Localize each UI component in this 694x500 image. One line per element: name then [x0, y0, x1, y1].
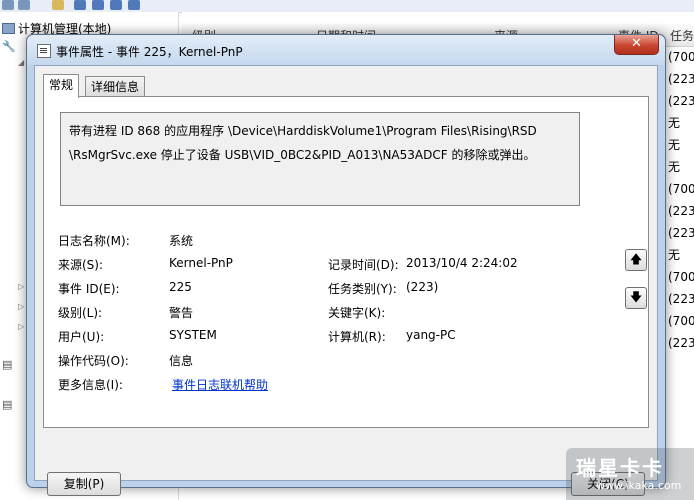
list-item[interactable]: 无	[668, 244, 694, 266]
opcode-value: 信息	[169, 354, 194, 368]
tree-collapsed-icon[interactable]: ▷	[18, 322, 24, 331]
tree-expand-icon[interactable]: ◢	[18, 58, 24, 67]
tree-collapsed-icon[interactable]: ▷	[18, 282, 24, 291]
storage-icon: ▤	[2, 358, 13, 371]
help-icon[interactable]	[92, 0, 104, 10]
log-name-label: 日志名称(M):	[58, 234, 130, 248]
task-category-value: (223)	[406, 280, 439, 294]
tree-collapsed-icon[interactable]: ▷	[18, 302, 24, 311]
next-event-button[interactable]: 🡇	[625, 287, 647, 309]
event-id-value: 225	[169, 280, 192, 294]
level-value: 警告	[169, 306, 194, 320]
services-icon: ▤	[2, 398, 13, 411]
dialog-title: 事件属性 - 事件 225，Kernel-PnP	[56, 45, 243, 59]
computer-value: yang-PC	[406, 328, 456, 342]
list-item[interactable]: (223	[668, 90, 694, 112]
close-icon[interactable]: ✕	[614, 35, 659, 55]
forward-icon[interactable]	[18, 0, 30, 10]
watermark-text: 瑞星卡卡	[576, 456, 664, 480]
task-category-label: 任务类别(Y):	[328, 282, 397, 296]
description-line-2: \RsMgrSvc.exe 停止了设备 USB\VID_0BC2&PID_A01…	[69, 148, 536, 162]
user-label: 用户(U):	[58, 330, 105, 344]
tab-details[interactable]: 详细信息	[85, 76, 146, 97]
general-tab-panel: 带有进程 ID 868 的应用程序 \Device\HarddiskVolume…	[43, 96, 649, 428]
list-item[interactable]: (700	[668, 266, 694, 288]
keywords-label: 关键字(K):	[328, 306, 386, 320]
folder-icon[interactable]	[52, 0, 64, 10]
logged-time-label: 记录时间(D):	[328, 258, 399, 272]
list-item[interactable]: 无	[668, 112, 694, 134]
level-label: 级别(L):	[58, 306, 103, 320]
event-properties-dialog: 事件属性 - 事件 225，Kernel-PnP ✕ 常规 详细信息 带有进程 …	[26, 34, 666, 496]
console-icon[interactable]	[110, 0, 122, 10]
tools-icon: 🔧	[2, 40, 16, 53]
logged-time-value: 2013/10/4 2:24:02	[406, 256, 518, 270]
column-header-task[interactable]: 任务类	[670, 27, 694, 44]
back-icon[interactable]	[2, 0, 14, 10]
log-name-value: 系统	[169, 234, 194, 248]
properties-icon[interactable]	[74, 0, 86, 10]
arrow-down-icon: 🡇	[629, 290, 643, 304]
list-item[interactable]: (223	[668, 288, 694, 310]
list-item[interactable]: (700	[668, 46, 694, 68]
list-item[interactable]: (223	[668, 68, 694, 90]
event-properties-icon	[37, 44, 51, 58]
user-value: SYSTEM	[169, 328, 217, 342]
description-line-1: 带有进程 ID 868 的应用程序 \Device\HarddiskVolume…	[69, 124, 537, 138]
tab-general[interactable]: 常规	[43, 74, 80, 98]
dialog-client-area: 常规 详细信息 带有进程 ID 868 的应用程序 \Device\Harddi…	[34, 65, 658, 496]
opcode-label: 操作代码(O):	[58, 354, 129, 368]
list-item[interactable]: 无	[668, 156, 694, 178]
computer-icon	[2, 23, 15, 34]
arrow-up-icon: 🡅	[629, 252, 643, 266]
list-item[interactable]: (223	[668, 200, 694, 222]
computer-label: 计算机(R):	[328, 330, 386, 344]
list-item[interactable]: (223	[668, 222, 694, 244]
list-item[interactable]: (700	[668, 178, 694, 200]
dialog-titlebar[interactable]: 事件属性 - 事件 225，Kernel-PnP ✕	[27, 35, 665, 65]
list-item[interactable]: (223	[668, 332, 694, 354]
task-category-column: (700 (223 (223 无 无 无 (700 (223 (223 无 (7…	[668, 46, 694, 354]
previous-event-button[interactable]: 🡅	[625, 249, 647, 271]
list-item[interactable]: 无	[668, 134, 694, 156]
event-id-label: 事件 ID(E):	[58, 282, 120, 296]
more-info-label: 更多信息(I):	[58, 378, 123, 392]
event-description-box[interactable]: 带有进程 ID 868 的应用程序 \Device\HarddiskVolume…	[60, 112, 580, 206]
source-value: Kernel-PnP	[169, 256, 233, 270]
source-label: 来源(S):	[58, 258, 104, 272]
watermark-logo: 瑞星卡卡 www.ikaka.com	[566, 448, 694, 500]
action-icon[interactable]	[128, 0, 140, 10]
event-log-online-help-link[interactable]: 事件日志联机帮助	[172, 376, 268, 393]
watermark-url: www.ikaka.com	[596, 479, 682, 492]
list-item[interactable]: (700	[668, 310, 694, 332]
copy-button[interactable]: 复制(P)	[47, 472, 121, 496]
